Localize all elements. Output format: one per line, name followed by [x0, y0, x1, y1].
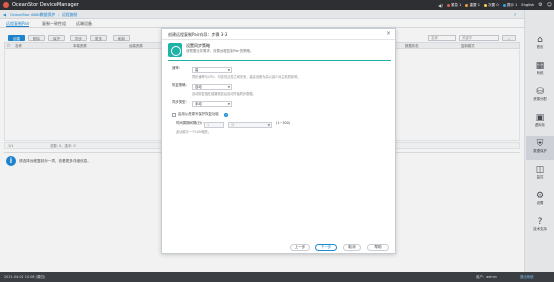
- close-icon[interactable]: ×: [386, 31, 391, 37]
- step-title: 设置同步策略: [186, 43, 210, 48]
- volume-icon[interactable]: ◀): [438, 3, 443, 8]
- recovery-label: 恢复策略：: [172, 83, 189, 87]
- chevron-down-icon: ▼: [267, 123, 270, 127]
- alarm-warning[interactable]: 提示 1: [502, 3, 517, 8]
- status-time: 2021-04-01 10:08 (周四): [4, 275, 46, 279]
- next-button[interactable]: 下一步: [315, 244, 337, 251]
- period-input[interactable]: 1: [204, 122, 224, 128]
- status-user: 用户：admin: [476, 275, 497, 279]
- cancel-button[interactable]: 取消: [343, 244, 361, 251]
- alarm-major[interactable]: 重要 1: [465, 3, 480, 8]
- dialog-title: 创建远程复制Pair向导：步骤 3-3: [168, 32, 228, 37]
- recovery-select[interactable]: 自动 ▼: [192, 84, 232, 90]
- alarm-indicators: ◀) 紧急 1 重要 1 次要 0 提示 1 English ⚙ ☺: [438, 2, 552, 8]
- alarm-dot-icon: [484, 3, 488, 7]
- write-protect-checkbox[interactable]: [172, 113, 176, 117]
- app-name: OceanStor DeviceManager: [12, 2, 79, 8]
- app-logo-icon: [3, 2, 9, 8]
- prev-button[interactable]: 上一步: [290, 244, 310, 251]
- sync-select[interactable]: 手动 ▼: [192, 101, 232, 107]
- sync-label: 同步类型：: [172, 100, 189, 104]
- status-bar: 2021-04-01 10:08 (周四) 用户：admin 退出系统: [0, 272, 554, 282]
- chevron-down-icon: ▼: [227, 68, 230, 72]
- logout-link[interactable]: 退出系统: [520, 275, 534, 279]
- step-icon: [168, 43, 182, 57]
- rate-label: 速率：: [172, 66, 183, 70]
- recovery-help: 自动恢复指在链路恢复后自动开始同步数据。: [192, 92, 256, 96]
- divider: [162, 39, 395, 40]
- alarm-minor[interactable]: 次要 0: [484, 3, 499, 8]
- alarm-dot-icon: [465, 3, 469, 7]
- chevron-down-icon: ▼: [227, 102, 230, 106]
- alarm-dot-icon: [446, 3, 450, 7]
- step-subtitle: 请根据业务需求，设置远程复制Pair的策略。: [186, 49, 254, 53]
- alarm-dot-icon: [502, 3, 506, 7]
- period-label: 时间周期间隔(分)：: [176, 121, 206, 125]
- wizard-dialog: 创建远程复制Pair向导：步骤 3-3 × 设置同步策略 请根据业务需求，设置远…: [161, 28, 396, 254]
- period-help: 此功能与一个LUN相关。: [176, 130, 212, 134]
- period-range: (1~300): [276, 121, 291, 125]
- user-icon[interactable]: ☺: [547, 2, 552, 8]
- rate-select[interactable]: 高 ▼: [192, 67, 232, 73]
- checkbox-label: 启用从资源写保护恢复功能: [178, 112, 219, 116]
- settings-icon[interactable]: ⚙: [538, 2, 542, 8]
- question-icon[interactable]: ?: [224, 113, 228, 117]
- rate-help: 同步速率与CPU、可靠性业务之间关系，建议设置为高以减少对主机的影响。: [192, 75, 301, 79]
- help-button[interactable]: 帮助: [367, 244, 389, 251]
- progress-fill: [168, 60, 391, 61]
- alarm-critical[interactable]: 紧急 1: [446, 3, 461, 8]
- chevron-down-icon: ▼: [227, 85, 230, 89]
- language-switch[interactable]: English: [521, 3, 534, 7]
- period-unit-select[interactable]: 分 ▼: [228, 122, 272, 128]
- top-bar: OceanStor DeviceManager ◀) 紧急 1 重要 1 次要 …: [0, 0, 554, 10]
